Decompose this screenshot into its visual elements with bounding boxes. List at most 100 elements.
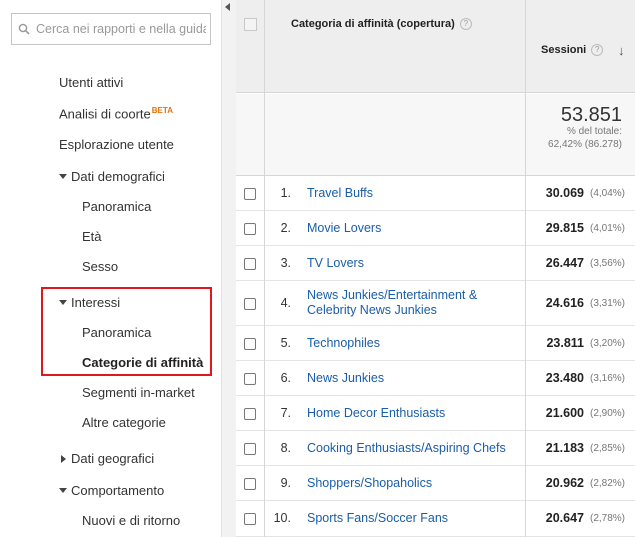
collapse-arrow-icon (225, 3, 230, 11)
select-all-checkbox[interactable] (244, 18, 257, 31)
nav-dati-demografici-label: Dati demografici (71, 169, 165, 184)
row-checkbox[interactable] (244, 478, 256, 490)
row-number: 9. (280, 476, 291, 490)
sessions-value: 20.647 (545, 511, 584, 525)
total-percent-detail: 62,42% (86.278) (548, 139, 622, 150)
sessions-value: 23.480 (545, 371, 584, 385)
nav-dati-geografici-label: Dati geografici (71, 451, 155, 466)
sessions-percent: (2,78%) (589, 513, 625, 524)
column-header-sessions-label: Sessioni (541, 44, 587, 56)
table-row: 2. Movie Lovers 29.815 (4,01%) (236, 211, 635, 246)
category-link[interactable]: News Junkies (307, 371, 522, 386)
nav-sesso[interactable]: Sesso (82, 259, 118, 274)
row-checkbox[interactable] (244, 373, 256, 385)
row-checkbox[interactable] (244, 223, 256, 235)
nav-segmenti-in-market[interactable]: Segmenti in-market (82, 385, 195, 400)
row-checkbox[interactable] (244, 513, 256, 525)
table-row: 8. Cooking Enthusiasts/Aspiring Chefs 21.1… (236, 431, 635, 466)
help-icon[interactable]: ? (459, 18, 472, 31)
nav-analisi-coorte-label: Analisi di coorte (59, 106, 151, 122)
search-box[interactable] (11, 13, 211, 45)
column-header-category-label: Categoria di affinità (copertura) (291, 18, 455, 30)
table-row: 6. News Junkies 23.480 (3,16%) (236, 361, 635, 396)
sessions-percent: (3,31%) (589, 298, 625, 309)
nav-panoramica-demografici[interactable]: Panoramica (82, 199, 151, 214)
nav-dati-demografici[interactable]: Dati demografici (59, 169, 165, 184)
nav-comportamento[interactable]: Comportamento (59, 483, 164, 498)
search-icon (12, 23, 36, 35)
total-sessions-value: 53.851 (560, 104, 622, 126)
table-header: Categoria di affinità (copertura)? Sessi… (236, 0, 635, 93)
sessions-percent: (4,01%) (589, 223, 625, 234)
search-input[interactable] (36, 22, 206, 36)
sessions-percent: (3,16%) (589, 373, 625, 384)
nav-esplorazione-utente[interactable]: Esplorazione utente (59, 137, 174, 152)
table-row: 4. News Junkies/Entertainment & Celebrity… (236, 281, 635, 326)
row-number: 10. (273, 511, 291, 525)
sessions-value: 24.616 (545, 296, 584, 310)
category-link[interactable]: Technophiles (307, 336, 522, 351)
sessions-percent: (2,82%) (589, 478, 625, 489)
total-percent-label: % del totale: (566, 126, 622, 137)
row-number: 3. (280, 256, 291, 270)
sessions-value: 21.183 (545, 441, 584, 455)
column-header-category[interactable]: Categoria di affinità (copertura)? (291, 18, 472, 31)
row-checkbox[interactable] (244, 188, 256, 200)
table-row: 7. Home Decor Enthusiasts 21.600 (2,90%) (236, 396, 635, 431)
nav-comportamento-label: Comportamento (71, 483, 165, 498)
nav-dati-geografici[interactable]: Dati geografici (61, 451, 154, 466)
table-row: 10. Sports Fans/Soccer Fans 20.647 (2,78%) (236, 501, 635, 537)
sessions-value: 30.069 (545, 186, 584, 200)
nav-eta[interactable]: Età (82, 229, 102, 244)
row-number: 2. (280, 221, 291, 235)
sessions-percent: (3,20%) (589, 338, 625, 349)
help-icon[interactable]: ? (591, 44, 604, 57)
category-link[interactable]: Sports Fans/Soccer Fans (307, 511, 522, 526)
row-number: 5. (280, 336, 291, 350)
sidebar-collapse-toggle[interactable] (222, 0, 236, 537)
category-link[interactable]: News Junkies/Entertainment & Celebrity N… (307, 288, 522, 318)
sessions-percent: (4,04%) (589, 188, 625, 199)
column-divider (264, 0, 265, 537)
totals-row: 53.851 % del totale: 62,42% (86.278) (236, 94, 635, 176)
column-divider (525, 0, 526, 537)
column-header-sessions[interactable]: Sessioni? (541, 44, 604, 57)
category-link[interactable]: Cooking Enthusiasts/Aspiring Chefs (307, 441, 522, 456)
nav-nuovi-ritorno[interactable]: Nuovi e di ritorno (82, 513, 180, 528)
table-row: 3. TV Lovers 26.447 (3,56%) (236, 246, 635, 281)
row-number: 4. (280, 296, 291, 310)
row-checkbox[interactable] (244, 408, 256, 420)
row-number: 7. (280, 406, 291, 420)
caret-down-icon (59, 488, 67, 494)
sort-arrow-icon[interactable]: ↓ (618, 43, 625, 58)
table-row: 1. Travel Buffs 30.069 (4,04%) (236, 176, 635, 211)
sessions-percent: (3,56%) (589, 258, 625, 269)
category-link[interactable]: TV Lovers (307, 256, 522, 271)
row-checkbox[interactable] (244, 338, 256, 350)
sessions-value: 20.962 (545, 476, 584, 490)
nav-altre-categorie[interactable]: Altre categorie (82, 415, 166, 430)
category-link[interactable]: Movie Lovers (307, 221, 522, 236)
row-number: 1. (280, 186, 291, 200)
caret-right-icon (61, 454, 66, 463)
row-checkbox[interactable] (244, 443, 256, 455)
sessions-value: 21.600 (545, 406, 584, 420)
category-link[interactable]: Shoppers/Shopaholics (307, 476, 522, 491)
caret-down-icon (59, 174, 67, 180)
nav-utenti-attivi[interactable]: Utenti attivi (59, 75, 123, 90)
row-checkbox[interactable] (244, 298, 256, 310)
category-link[interactable]: Travel Buffs (307, 186, 522, 201)
nav-analisi-coorte[interactable]: Analisi di coorteBETA (59, 106, 173, 121)
sessions-value: 26.447 (545, 256, 584, 270)
sessions-value: 29.815 (545, 221, 584, 235)
sidebar: Utenti attivi Analisi di coorteBETA Espl… (0, 0, 222, 537)
sessions-percent: (2,85%) (589, 443, 625, 454)
category-link[interactable]: Home Decor Enthusiasts (307, 406, 522, 421)
row-checkbox[interactable] (244, 258, 256, 270)
row-number: 8. (280, 441, 291, 455)
table-row: 5. Technophiles 23.811 (3,20%) (236, 326, 635, 361)
highlight-box (41, 287, 212, 376)
beta-badge: BETA (151, 106, 173, 115)
sessions-percent: (2,90%) (589, 408, 625, 419)
table-row: 9. Shoppers/Shopaholics 20.962 (2,82%) (236, 466, 635, 501)
